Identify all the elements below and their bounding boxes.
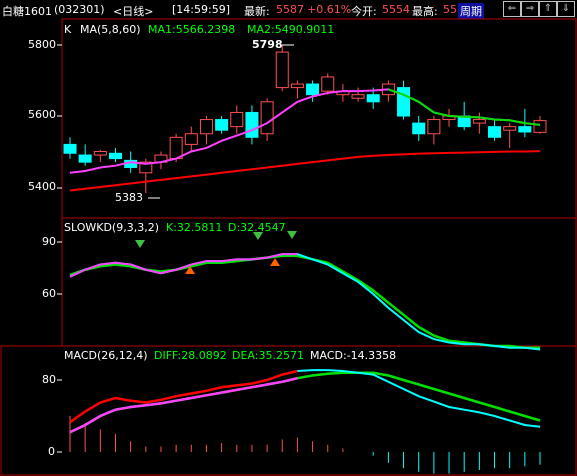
candle-body bbox=[93, 151, 107, 156]
candle-body bbox=[518, 126, 532, 133]
candle-body bbox=[78, 154, 92, 163]
low-marker-label: 5383 bbox=[115, 191, 143, 204]
k-label: K bbox=[64, 23, 72, 36]
macd-dea-magenta-segment bbox=[69, 376, 298, 434]
candle-body bbox=[199, 119, 213, 135]
candle-body bbox=[321, 76, 335, 92]
candle-body bbox=[397, 87, 411, 117]
candle-body bbox=[108, 152, 122, 160]
ma1-line bbox=[69, 88, 541, 174]
price-panel-frame bbox=[61, 18, 577, 219]
ma-label: MA(5,8,60) bbox=[80, 23, 141, 36]
candle-body bbox=[275, 51, 289, 89]
ma2-value: MA2:5490.9011 bbox=[247, 23, 335, 36]
kd-d-line bbox=[69, 254, 540, 349]
candle-body bbox=[260, 101, 274, 135]
slowkd-label: SLOWKD(9,3,3,2) bbox=[64, 221, 160, 234]
candle-body bbox=[169, 136, 183, 160]
candle-body bbox=[488, 126, 502, 138]
candle-body bbox=[245, 111, 259, 138]
y-tick-60: 60 bbox=[42, 287, 56, 300]
signal-arrow-up bbox=[270, 258, 280, 266]
candle-body bbox=[472, 119, 486, 124]
kd-d-value: D:32.4547 bbox=[228, 221, 286, 234]
candle-body bbox=[427, 119, 441, 135]
y-tick-0: 0 bbox=[48, 445, 55, 458]
ma1-value: MA1:5566.2398 bbox=[148, 23, 236, 36]
macd-diff-value: DIFF:28.0892 bbox=[154, 349, 227, 362]
macd-label: MACD(26,12,4) bbox=[64, 349, 148, 362]
signal-arrow-down bbox=[135, 240, 145, 248]
kd-k-value: K:32.5811 bbox=[166, 221, 223, 234]
candle-body bbox=[230, 111, 244, 128]
macd-dea-value: DEA:35.2571 bbox=[232, 349, 304, 362]
chart-canvas[interactable] bbox=[0, 0, 577, 476]
candle-body bbox=[306, 83, 320, 96]
y-tick-5600: 5600 bbox=[28, 108, 56, 121]
candle-body bbox=[184, 133, 198, 145]
y-tick-80: 80 bbox=[42, 373, 56, 386]
macd-value: MACD:-14.3358 bbox=[310, 349, 397, 362]
candle-body bbox=[290, 83, 304, 89]
y-tick-5400: 5400 bbox=[28, 180, 56, 193]
candle-body bbox=[63, 143, 77, 154]
candle-body bbox=[503, 126, 517, 131]
candle-body bbox=[215, 119, 229, 131]
candle-body bbox=[351, 94, 365, 99]
y-tick-90: 90 bbox=[42, 235, 56, 248]
signal-arrow-down bbox=[287, 231, 297, 239]
kd-panel-frame bbox=[61, 217, 577, 347]
high-marker-label: 5798 bbox=[252, 38, 283, 51]
candle-body bbox=[366, 94, 380, 103]
candle-body bbox=[533, 120, 547, 133]
y-tick-5800: 5800 bbox=[28, 38, 56, 51]
candle-body bbox=[412, 122, 426, 135]
